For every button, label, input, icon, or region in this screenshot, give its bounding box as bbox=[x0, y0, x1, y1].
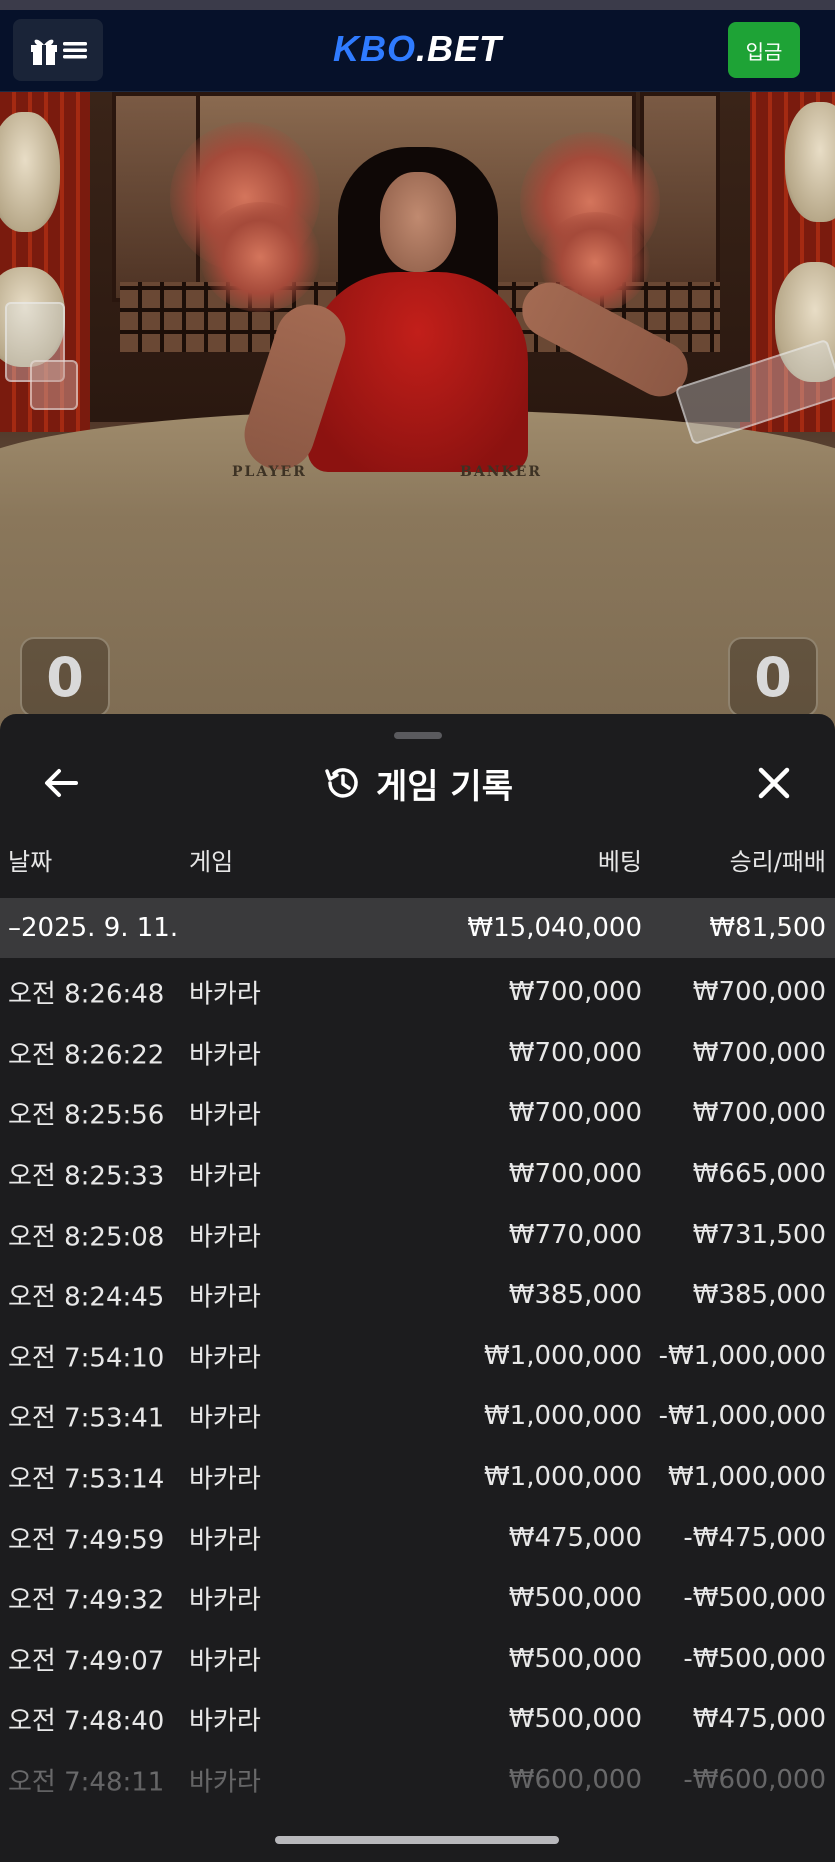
history-row[interactable]: 오전 7:49:07 바카라 ₩500,000 -₩500,000 bbox=[0, 1629, 835, 1690]
row-bet: ₩1,000,000 bbox=[483, 1340, 642, 1371]
row-bet: ₩700,000 bbox=[508, 1037, 642, 1068]
site-logo[interactable]: KBO.BET bbox=[0, 28, 835, 70]
row-time: 오전 7:48:40 bbox=[8, 1706, 165, 1737]
column-bet: 베팅 bbox=[597, 848, 642, 876]
row-time: 오전 8:25:56 bbox=[8, 1100, 165, 1131]
row-win-loss: ₩731,500 bbox=[692, 1219, 826, 1250]
sheet-title: 게임 기록 bbox=[376, 766, 513, 807]
row-bet: ₩475,000 bbox=[508, 1522, 642, 1553]
row-win-loss: ₩475,000 bbox=[692, 1704, 826, 1735]
history-row[interactable]: 오전 7:53:14 바카라 ₩1,000,000 ₩1,000,000 bbox=[0, 1447, 835, 1508]
row-game: 바카라 bbox=[189, 1646, 261, 1677]
row-game: 바카라 bbox=[189, 1100, 261, 1131]
row-bet: ₩1,000,000 bbox=[483, 1401, 642, 1432]
table-header: 날짜 게임 베팅 승리/패배 bbox=[0, 842, 835, 882]
history-row[interactable]: 오전 8:25:56 바카라 ₩700,000 ₩700,000 bbox=[0, 1083, 835, 1144]
row-game: 바카라 bbox=[189, 1585, 261, 1616]
history-row[interactable]: 오전 8:26:22 바카라 ₩700,000 ₩700,000 bbox=[0, 1023, 835, 1084]
history-row[interactable]: 오전 7:54:10 바카라 ₩1,000,000 -₩1,000,000 bbox=[0, 1326, 835, 1387]
live-dealer-video: PLAYER BANKER 0 0 bbox=[0, 92, 835, 732]
row-bet: ₩500,000 bbox=[508, 1704, 642, 1735]
game-history-sheet: 게임 기록 날짜 게임 베팅 승리/패배 –2025. 9. 11. ₩15,0… bbox=[0, 714, 835, 1862]
row-bet: ₩1,000,000 bbox=[483, 1462, 642, 1493]
row-game: 바카라 bbox=[189, 1706, 261, 1737]
row-win-loss: -₩475,000 bbox=[683, 1522, 826, 1553]
deposit-button[interactable]: 입금 bbox=[728, 22, 800, 78]
history-row[interactable]: 오전 8:24:45 바카라 ₩385,000 ₩385,000 bbox=[0, 1265, 835, 1326]
history-row[interactable]: 오전 7:49:59 바카라 ₩475,000 -₩475,000 bbox=[0, 1507, 835, 1568]
history-row[interactable]: 오전 7:48:40 바카라 ₩500,000 ₩475,000 bbox=[0, 1689, 835, 1750]
history-row[interactable]: 오전 7:48:11 바카라 ₩600,000 -₩600,000 bbox=[0, 1750, 835, 1811]
column-date: 날짜 bbox=[8, 848, 53, 876]
row-time: 오전 8:26:22 bbox=[8, 1040, 165, 1071]
row-win-loss: ₩700,000 bbox=[692, 1037, 826, 1068]
row-win-loss: ₩700,000 bbox=[692, 977, 826, 1008]
row-game: 바카라 bbox=[189, 979, 261, 1010]
player-score: 0 bbox=[20, 637, 110, 717]
close-icon bbox=[758, 767, 790, 799]
history-row[interactable]: 오전 8:25:08 바카라 ₩770,000 ₩731,500 bbox=[0, 1204, 835, 1265]
row-bet: ₩700,000 bbox=[508, 1098, 642, 1129]
status-bar-edge bbox=[0, 0, 835, 10]
row-time: 오전 8:24:45 bbox=[8, 1282, 165, 1313]
row-time: 오전 7:53:41 bbox=[8, 1403, 165, 1434]
summary-bet: ₩15,040,000 bbox=[467, 913, 642, 943]
row-win-loss: ₩1,000,000 bbox=[667, 1462, 826, 1493]
row-win-loss: ₩700,000 bbox=[692, 1098, 826, 1129]
row-win-loss: -₩1,000,000 bbox=[658, 1340, 826, 1371]
row-win-loss: -₩500,000 bbox=[683, 1583, 826, 1614]
history-list: 오전 8:26:48 바카라 ₩700,000 ₩700,000 오전 8:26:22 바… bbox=[0, 962, 835, 1810]
row-game: 바카라 bbox=[189, 1403, 261, 1434]
row-win-loss: -₩600,000 bbox=[683, 1765, 826, 1796]
banker-score: 0 bbox=[728, 637, 818, 717]
row-time: 오전 8:26:48 bbox=[8, 979, 165, 1010]
history-row[interactable]: 오전 8:25:33 바카라 ₩700,000 ₩665,000 bbox=[0, 1144, 835, 1205]
row-bet: ₩500,000 bbox=[508, 1643, 642, 1674]
column-win-loss: 승리/패배 bbox=[729, 848, 826, 876]
row-bet: ₩500,000 bbox=[508, 1583, 642, 1614]
row-game: 바카라 bbox=[189, 1767, 261, 1798]
row-bet: ₩700,000 bbox=[508, 977, 642, 1008]
row-bet: ₩700,000 bbox=[508, 1159, 642, 1190]
home-indicator bbox=[275, 1836, 559, 1844]
row-game: 바카라 bbox=[189, 1525, 261, 1556]
history-row[interactable]: 오전 8:26:48 바카라 ₩700,000 ₩700,000 bbox=[0, 962, 835, 1023]
day-summary-row[interactable]: –2025. 9. 11. ₩15,040,000 ₩81,500 bbox=[0, 898, 835, 958]
row-time: 오전 7:49:59 bbox=[8, 1525, 165, 1556]
summary-win-loss: ₩81,500 bbox=[709, 913, 826, 943]
row-game: 바카라 bbox=[189, 1343, 261, 1374]
row-game: 바카라 bbox=[189, 1040, 261, 1071]
row-game: 바카라 bbox=[189, 1282, 261, 1313]
row-win-loss: ₩385,000 bbox=[692, 1280, 826, 1311]
sheet-header: 게임 기록 bbox=[0, 758, 835, 808]
history-row[interactable]: 오전 7:49:32 바카라 ₩500,000 -₩500,000 bbox=[0, 1568, 835, 1629]
summary-date: –2025. 9. 11. bbox=[8, 913, 179, 943]
column-game: 게임 bbox=[189, 848, 234, 876]
row-time: 오전 7:49:07 bbox=[8, 1646, 165, 1677]
top-header: KBO.BET 입금 bbox=[0, 10, 835, 92]
row-game: 바카라 bbox=[189, 1222, 261, 1253]
row-time: 오전 7:54:10 bbox=[8, 1343, 165, 1374]
row-win-loss: -₩500,000 bbox=[683, 1643, 826, 1674]
row-time: 오전 7:53:14 bbox=[8, 1464, 165, 1495]
row-time: 오전 8:25:33 bbox=[8, 1161, 165, 1192]
row-bet: ₩385,000 bbox=[508, 1280, 642, 1311]
history-row[interactable]: 오전 7:53:41 바카라 ₩1,000,000 -₩1,000,000 bbox=[0, 1386, 835, 1447]
close-button[interactable] bbox=[751, 760, 797, 806]
table-player-label: PLAYER bbox=[232, 464, 307, 480]
row-time: 오전 7:49:32 bbox=[8, 1585, 165, 1616]
row-time: 오전 7:48:11 bbox=[8, 1767, 165, 1798]
row-time: 오전 8:25:08 bbox=[8, 1222, 165, 1253]
row-game: 바카라 bbox=[189, 1464, 261, 1495]
row-game: 바카라 bbox=[189, 1161, 261, 1192]
row-bet: ₩600,000 bbox=[508, 1765, 642, 1796]
table-banker-label: BANKER bbox=[460, 464, 542, 480]
row-win-loss: ₩665,000 bbox=[692, 1159, 826, 1190]
sheet-drag-handle[interactable] bbox=[394, 732, 442, 739]
row-win-loss: -₩1,000,000 bbox=[658, 1401, 826, 1432]
history-icon bbox=[325, 768, 358, 798]
row-bet: ₩770,000 bbox=[508, 1219, 642, 1250]
